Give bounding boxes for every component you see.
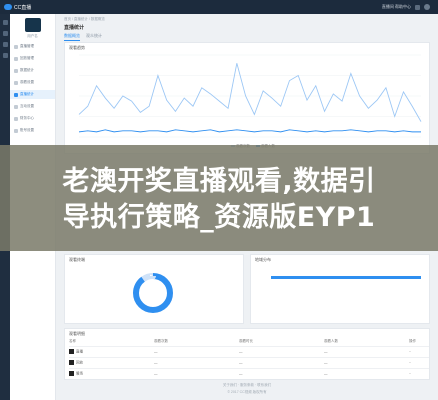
menu-icon [14,44,18,49]
sidebar-item[interactable]: 直播统计 [10,90,55,99]
device-card: 观看终端 [64,254,244,324]
table-cell: 暖场 [69,370,154,376]
table-header: 名称 观看次数 观看时长 观看人数 操作 [69,339,416,343]
menu-icon [14,104,18,109]
sidebar-item-label: 互动设置 [20,104,34,108]
menu-icon [14,92,18,97]
donut-slice-0 [133,273,173,313]
banner-line-2: 导执行策略_资源版EYP1 [62,202,376,233]
table-cell: — [239,360,243,365]
footer-copyright: © 2017 CC视频 版权所有 [227,390,267,394]
menu-icon [14,68,18,73]
sidebar-list: 直播管理回放管理数据统计观看设置直播统计互动设置财务中心账号设置 [10,42,55,135]
tab-bar: 数据概览 观众统计 [64,33,102,41]
table-cell: — [239,349,243,354]
sidebar-item[interactable]: 财务中心 [10,114,55,123]
topbar-links[interactable]: 直播间 帮助中心 [382,4,411,10]
logo-text: CC直播 [14,4,32,11]
detail-table-card: 观看明细 名称 观看次数 观看时长 观看人数 操作 直播 — — — ·· 回放 — — — ··… [64,328,430,380]
region-bar-chart [271,276,421,279]
sidebar-item-label: 数据统计 [20,68,34,72]
sidebar-item[interactable]: 直播管理 [10,42,55,51]
avatar[interactable] [424,4,430,10]
app-logo[interactable]: CC直播 [4,4,31,11]
breadcrumb: 首页 / 直播统计 / 数据概览 [64,17,105,21]
region-bar [271,276,421,279]
row-action[interactable]: ·· [409,372,429,376]
table-row[interactable]: 回放 — — — ·· [69,357,429,367]
row-icon [69,359,74,365]
sidebar-item-label: 财务中心 [20,116,34,120]
menu-icon [14,80,18,85]
settings-icon[interactable] [2,53,8,58]
sidebar-item[interactable]: 账号设置 [10,126,55,135]
table-cell: — [324,360,328,365]
series-line-1 [78,129,421,133]
sidebar-item-label: 观看设置 [20,80,34,84]
row-action[interactable]: ·· [409,361,429,365]
menu-icon [14,116,18,121]
bell-icon[interactable] [415,4,420,10]
row-icon [69,348,74,354]
sidebar-item-label: 直播统计 [20,92,34,96]
video-icon[interactable] [2,31,8,36]
table-cell: — [324,349,328,354]
logo-icon [4,4,12,10]
sidebar-item[interactable]: 回放管理 [10,54,55,63]
trend-chart [78,54,422,138]
table-cell: — [154,349,158,354]
chart-icon[interactable] [2,42,8,47]
device-donut-chart [133,273,173,313]
sidebar-user-name: 用户名 [27,34,38,38]
tab-audience[interactable]: 观众统计 [86,33,102,41]
row-action[interactable]: ·· [409,350,429,354]
table-cell: 回放 [69,359,154,365]
row-icon [69,370,74,376]
sidebar-item[interactable]: 互动设置 [10,102,55,111]
table-cell: — [324,371,328,376]
region-card: 地域分布 [250,254,430,324]
detail-table-title: 观看明细 [69,331,85,336]
page-title: 直播统计 [64,25,85,31]
sidebar-item-label: 直播管理 [20,44,34,48]
tab-overview[interactable]: 数据概览 [64,33,80,41]
trend-card: 观看趋势 观看次数 观看人数 [64,42,430,154]
sidebar-item[interactable]: 观看设置 [10,78,55,87]
sidebar-avatar[interactable] [24,18,41,32]
table-cell: — [154,371,158,376]
banner-line-1: 老澳开奖直播观看,数据引 [62,166,376,197]
table-row[interactable]: 暖场 — — — ·· [69,368,429,378]
table-cell: — [154,360,158,365]
sidebar-item[interactable]: 数据统计 [10,66,55,75]
menu-icon [14,56,18,61]
footer-links[interactable]: 关于我们 · 服务条款 · 联系我们 [60,383,434,388]
home-icon[interactable] [2,20,8,25]
promo-banner [0,145,438,251]
series-line-0 [78,63,422,122]
sidebar-item-label: 回放管理 [20,56,34,60]
top-bar: CC直播 直播间 帮助中心 [0,0,438,14]
table-cell: 直播 [69,348,154,354]
sidebar-item-label: 账号设置 [20,128,34,132]
table-cell: — [239,371,243,376]
table-row[interactable]: 直播 — — — ·· [69,346,429,356]
menu-icon [14,128,18,133]
